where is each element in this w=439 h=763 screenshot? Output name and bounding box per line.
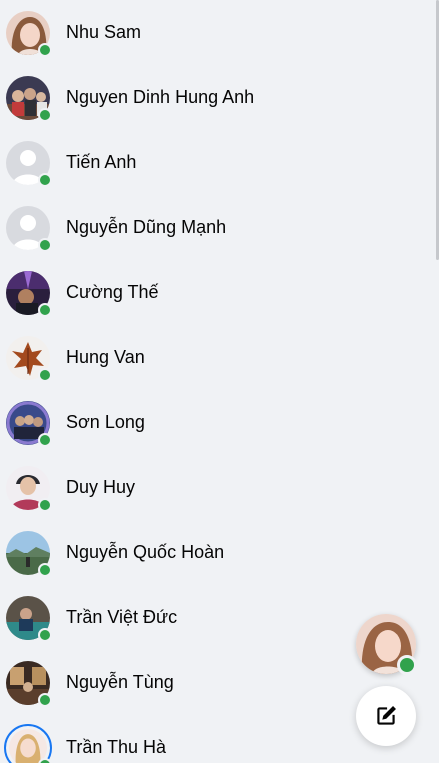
contact-name: Nguyễn Quốc Hoàn	[66, 542, 225, 562]
compose-message-button[interactable]	[356, 686, 416, 746]
contact-name: Nguyễn Dũng Mạnh	[66, 217, 227, 237]
contact-item[interactable]: Duy Huy	[0, 455, 432, 520]
online-status-dot	[38, 692, 52, 707]
avatar	[6, 400, 52, 447]
contact-name: Nguyen Dinh Hung Anh	[66, 87, 255, 107]
avatar	[6, 660, 52, 707]
contact-name: Duy Huy	[66, 477, 136, 497]
avatar	[6, 335, 52, 382]
contact-item[interactable]: Cường Thế	[0, 260, 432, 325]
contact-name: Trần Thu Hà	[66, 737, 167, 757]
contact-item[interactable]: Nguyen Dinh Hung Anh	[0, 65, 432, 130]
contact-item[interactable]: Nhu Sam	[0, 0, 432, 65]
avatar	[4, 723, 52, 763]
online-status-dot	[38, 172, 52, 187]
online-status-dot	[38, 367, 52, 382]
contact-name: Nhu Sam	[66, 22, 142, 42]
online-status-dot	[38, 302, 52, 317]
contact-item[interactable]: Tiến Anh	[0, 130, 432, 195]
online-status-dot	[38, 562, 52, 577]
online-status-dot	[38, 757, 52, 763]
contact-name: Cường Thế	[66, 282, 159, 302]
avatar	[6, 270, 52, 317]
online-status-dot	[38, 107, 52, 122]
avatar	[6, 10, 52, 57]
contact-name: Nguyễn Tùng	[66, 672, 174, 692]
avatar	[6, 465, 52, 512]
avatar	[6, 75, 52, 122]
online-status-dot	[397, 655, 417, 675]
contact-item[interactable]: Nguyễn Quốc Hoàn	[0, 520, 432, 585]
compose-icon	[377, 706, 396, 725]
avatar	[6, 530, 52, 577]
contact-item[interactable]: Hung Van	[0, 325, 432, 390]
online-status-dot	[38, 627, 52, 642]
contact-name: Trần Việt Đức	[66, 607, 178, 627]
chat-head-bubble[interactable]	[356, 614, 417, 675]
contact-name: Tiến Anh	[66, 152, 137, 172]
avatar	[6, 140, 52, 187]
online-status-dot	[38, 42, 52, 57]
contact-item[interactable]: Sơn Long	[0, 390, 432, 455]
avatar	[6, 205, 52, 252]
contact-name: Sơn Long	[66, 412, 145, 432]
contact-item[interactable]: Nguyễn Dũng Mạnh	[0, 195, 432, 260]
contact-name: Hung Van	[66, 347, 145, 367]
online-status-dot	[38, 497, 52, 512]
avatar	[6, 595, 52, 642]
online-status-dot	[38, 237, 52, 252]
online-status-dot	[38, 432, 52, 447]
